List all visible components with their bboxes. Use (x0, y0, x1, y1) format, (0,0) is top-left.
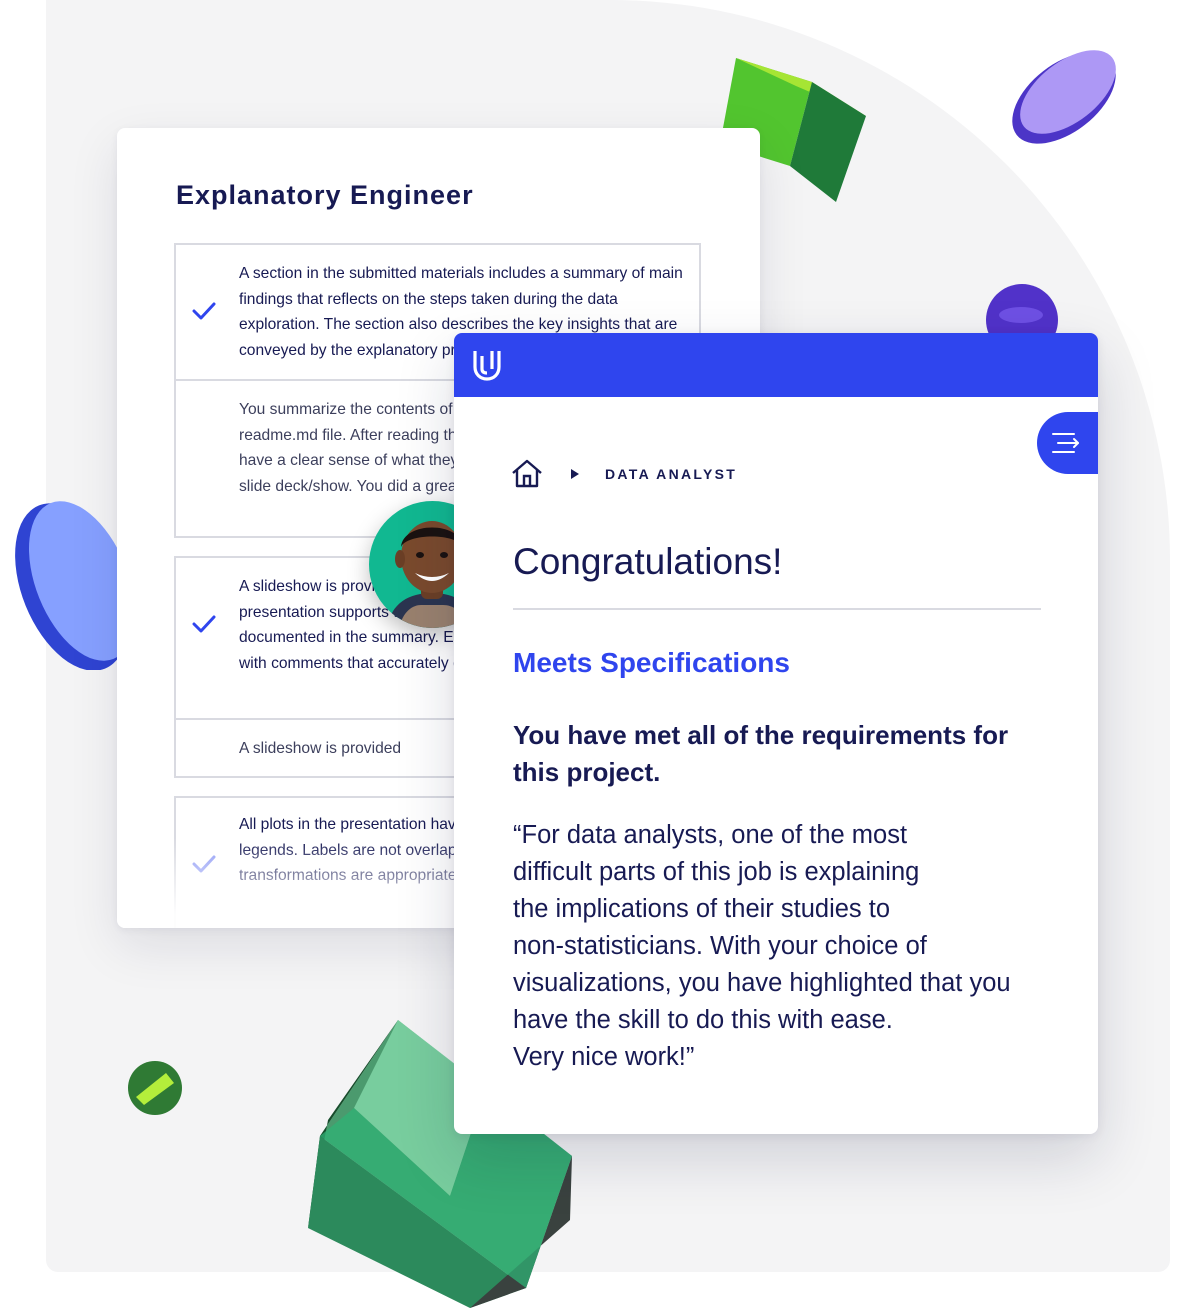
udacity-logo-icon[interactable] (470, 347, 504, 383)
menu-toggle-button[interactable] (1037, 412, 1098, 474)
review-summary: You have met all of the requirements for… (513, 720, 1009, 787)
caret-right-icon (571, 469, 579, 479)
check-icon (192, 302, 216, 320)
menu-collapse-icon (1052, 433, 1079, 453)
review-card: DATA ANALYST Congratulations! Meets Spec… (454, 333, 1098, 1134)
check-icon (192, 615, 216, 633)
breadcrumb-data-analyst[interactable]: DATA ANALYST (605, 466, 737, 482)
reviewer-quote: “For data analysts, one of the most diff… (513, 821, 1011, 1071)
purple-disc-decoration (1012, 50, 1116, 144)
page-title: Congratulations! (513, 541, 783, 582)
review-status: Meets Specifications (513, 647, 790, 678)
blue-disc-decoration (15, 501, 120, 670)
title-divider (513, 608, 1041, 610)
home-icon[interactable] (511, 459, 543, 489)
app-header-bar (454, 333, 1098, 397)
green-sphere-decoration (128, 1061, 182, 1115)
rubric-title: Explanatory Engineer (176, 180, 474, 210)
